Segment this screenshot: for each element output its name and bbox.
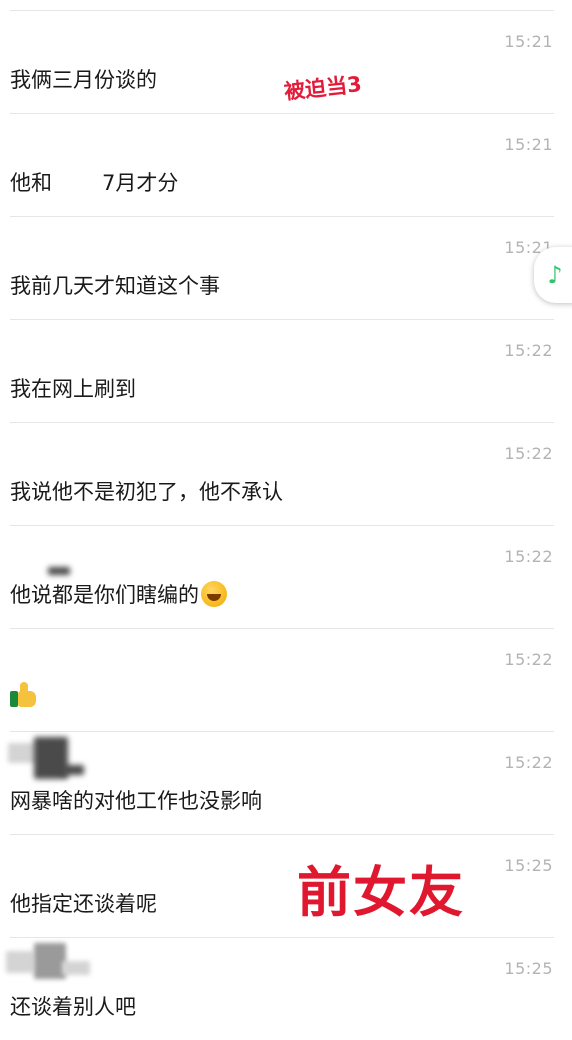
row-divider [10,834,554,835]
row-divider [10,525,554,526]
row-divider [10,937,554,938]
message-text: 他说都是你们瞎编的 [10,579,227,609]
message-text-part: 他工作也没影响 [115,789,262,813]
message-text-part: 网暴啥的对 [10,789,115,813]
censor-mark [6,951,34,973]
message-row[interactable]: 15:22 网暴啥的对他工作也没影响 [0,731,572,834]
message-row[interactable]: 15:25 还谈着别人吧 [0,937,572,1040]
row-divider [10,113,554,114]
message-row[interactable]: 15:22 [0,628,572,731]
message-text: 我前几天才知道这个事 [10,274,220,298]
message-time: 15:22 [504,547,553,566]
row-divider [10,731,554,732]
message-time: 15:22 [504,341,553,360]
message-row[interactable]: 15:22 他说都是你们瞎编的 [0,525,572,628]
message-row[interactable]: 15:21 他和 7月才分 [0,113,572,216]
row-divider [10,216,554,217]
message-row[interactable]: 15:21 我前几天才知道这个事 [0,216,572,319]
censor-mark [48,567,70,575]
message-time: 15:22 [504,444,553,463]
row-divider [10,319,554,320]
message-row[interactable]: 15:22 我说他不是初犯了，他不承认 [0,422,572,525]
message-time: 15:25 [504,959,553,978]
message-text: 我说他不是初犯了，他不承认 [10,480,283,504]
message-text [10,682,38,709]
overlay-caption-big: 前女友 [297,861,465,924]
laughing-crying-emoji-icon [201,581,227,607]
message-time: 15:21 [504,135,553,154]
row-divider [10,628,554,629]
message-list: 15:21 我俩三月份谈的 15:21 他和 7月才分 15:21 我前几天才知道… [0,0,572,1024]
message-text-part: 7月才分 [102,171,179,195]
message-text: 我俩三月份谈的 [10,68,157,92]
row-divider [10,422,554,423]
row-divider [10,10,554,11]
message-time: 15:22 [504,753,553,772]
message-time: 15:22 [504,650,553,669]
censor-mark [62,961,90,975]
message-text: 我在网上刷到 [10,377,136,401]
message-time: 15:25 [504,856,553,875]
message-text: 他指定还谈着呢 [10,892,157,916]
censor-mark [62,765,84,775]
message-text: 网暴啥的对他工作也没影响 [10,785,262,815]
message-row[interactable]: 15:25 他指定还谈着呢 [0,834,572,937]
thumbs-up-emoji-icon [10,682,38,708]
message-text-part: 他说都是你们瞎编的 [10,583,199,607]
music-note-icon[interactable]: ♪ [534,247,572,303]
message-text-part: 他和 [10,171,52,195]
message-time: 15:21 [504,32,553,51]
message-text: 还谈着别人吧 [10,995,136,1019]
message-row[interactable]: 15:22 我在网上刷到 [0,319,572,422]
message-text: 他和 7月才分 [10,167,178,197]
